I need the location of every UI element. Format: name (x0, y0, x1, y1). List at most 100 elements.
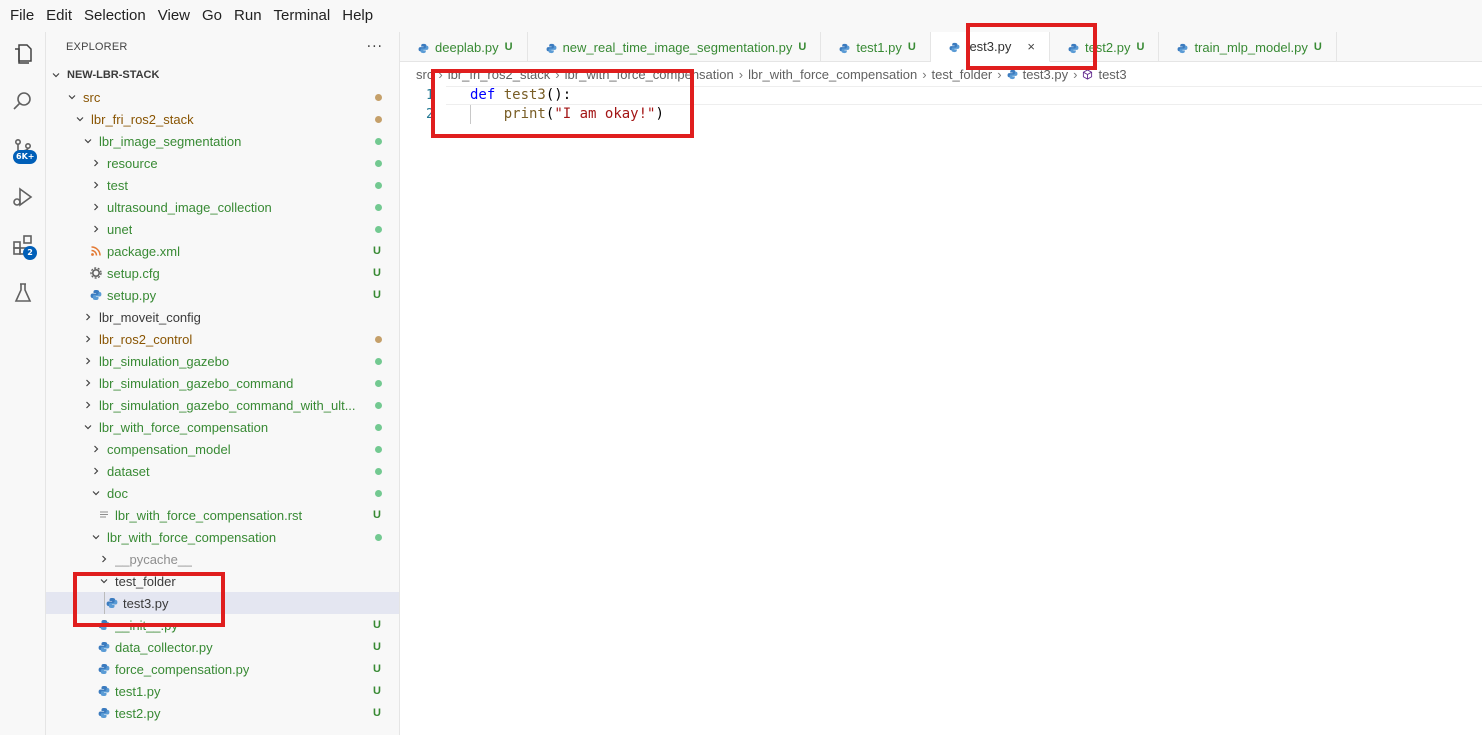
more-actions-icon[interactable]: ··· (367, 39, 383, 55)
breadcrumb-item[interactable]: lbr_with_force_compensation (748, 67, 917, 82)
tree-folder[interactable]: lbr_simulation_gazebo_command (46, 372, 399, 394)
tree-folder[interactable]: NEW-LBR-STACK (46, 64, 399, 86)
tree-file[interactable]: data_collector.py U (46, 636, 399, 658)
editor-tab[interactable]: test1.py U (821, 32, 931, 62)
menu-edit[interactable]: Edit (40, 0, 78, 32)
tree-folder[interactable]: __pycache__ (46, 548, 399, 570)
tree-folder[interactable]: lbr_image_segmentation (46, 130, 399, 152)
tree-folder[interactable]: dataset (46, 460, 399, 482)
python-file-icon (98, 663, 110, 675)
tree-folder[interactable]: lbr_fri_ros2_stack (46, 108, 399, 130)
tree-folder[interactable]: lbr_simulation_gazebo (46, 350, 399, 372)
chevron-right-icon[interactable] (90, 179, 102, 191)
chevron-down-icon[interactable] (90, 487, 102, 499)
tree-folder[interactable]: resource (46, 152, 399, 174)
chevron-right-icon[interactable] (90, 443, 102, 455)
git-untracked-badge: U (373, 707, 381, 719)
tree-item-label: force_compensation.py (115, 661, 250, 677)
tree-folder[interactable]: lbr_with_force_compensation (46, 526, 399, 548)
menu-run[interactable]: Run (228, 0, 268, 32)
tree-item-label: __pycache__ (115, 551, 193, 567)
chevron-down-icon[interactable] (82, 421, 94, 433)
chevron-right-icon[interactable] (90, 157, 102, 169)
tree-folder[interactable]: test (46, 174, 399, 196)
tree-file[interactable]: test2.py U (46, 702, 399, 724)
git-untracked-badge: U (798, 41, 807, 53)
tree-folder[interactable]: lbr_with_force_compensation (46, 416, 399, 438)
activity-bar: 6K+ 2 (0, 32, 46, 735)
tree-item-label: setup.cfg (107, 265, 160, 281)
menu-help[interactable]: Help (336, 0, 379, 32)
chevron-down-icon[interactable] (74, 113, 86, 125)
chevron-right-icon[interactable] (98, 553, 110, 565)
tree-file[interactable]: setup.cfg U (46, 262, 399, 284)
chevron-right-icon[interactable] (90, 465, 102, 477)
chevron-right-icon[interactable] (90, 223, 102, 235)
tree-file[interactable]: lbr_with_force_compensation.rst U (46, 504, 399, 526)
text-file-icon (98, 509, 110, 521)
tree-file[interactable]: force_compensation.py U (46, 658, 399, 680)
chevron-right-icon[interactable] (82, 311, 94, 323)
tree-file[interactable]: test1.py U (46, 680, 399, 702)
menu-terminal[interactable]: Terminal (268, 0, 337, 32)
tree-item-label: lbr_simulation_gazebo_command (99, 375, 294, 391)
editor-tab[interactable]: new_real_time_image_segmentation.py U (528, 32, 822, 62)
tree-item-label: test2.py (115, 705, 161, 721)
tab-label: deeplab.py (435, 39, 499, 55)
tree-item-label: lbr_simulation_gazebo_command_with_ult..… (99, 397, 356, 413)
git-untracked-badge: U (373, 289, 381, 301)
chevron-down-icon[interactable] (66, 91, 78, 103)
chevron-down-icon[interactable] (50, 69, 62, 81)
tree-folder[interactable]: ultrasound_image_collection (46, 196, 399, 218)
menu-go[interactable]: Go (196, 0, 228, 32)
tree-folder[interactable]: compensation_model (46, 438, 399, 460)
tree-file[interactable]: package.xml U (46, 240, 399, 262)
tree-item-label: ultrasound_image_collection (107, 199, 272, 215)
git-untracked-badge: U (504, 41, 513, 53)
tab-label: new_real_time_image_segmentation.py (562, 39, 793, 55)
explorer-sidebar: EXPLORER ··· NEW-LBR-STACK src lbr_fri_ros… (46, 32, 400, 735)
tree-folder[interactable]: src (46, 86, 399, 108)
chevron-down-icon[interactable] (82, 135, 94, 147)
explorer-icon[interactable] (9, 40, 37, 68)
chevron-right-icon[interactable] (82, 377, 94, 389)
tree-item-label: dataset (107, 463, 150, 479)
testing-icon[interactable] (9, 279, 37, 307)
run-debug-icon[interactable] (9, 183, 37, 211)
git-status-dot (375, 446, 382, 453)
git-status-dot (375, 204, 382, 211)
tree-folder[interactable]: lbr_simulation_gazebo_command_with_ult..… (46, 394, 399, 416)
tree-folder[interactable]: lbr_ros2_control (46, 328, 399, 350)
xml-file-icon (90, 245, 102, 257)
menu-selection[interactable]: Selection (78, 0, 152, 32)
menu-file[interactable]: File (4, 0, 40, 32)
tree-folder[interactable]: unet (46, 218, 399, 240)
menu-view[interactable]: View (152, 0, 196, 32)
tree-item-label: lbr_fri_ros2_stack (91, 111, 194, 127)
breadcrumb-item[interactable]: test3 (1098, 67, 1126, 82)
scm-badge: 6K+ (13, 150, 38, 164)
editor-tab[interactable]: deeplab.py U (400, 32, 528, 62)
settings-file-icon (90, 267, 102, 279)
chevron-down-icon[interactable] (90, 531, 102, 543)
tab-label: test1.py (856, 39, 902, 55)
chevron-right-icon[interactable] (90, 201, 102, 213)
git-untracked-badge: U (373, 663, 381, 675)
search-icon[interactable] (9, 87, 37, 115)
tree-item-label: test1.py (115, 683, 161, 699)
chevron-right-icon[interactable] (82, 333, 94, 345)
chevron-right-icon[interactable] (82, 399, 94, 411)
git-untracked-badge: U (1136, 41, 1145, 53)
python-file-icon (546, 42, 557, 53)
tree-item-label: lbr_with_force_compensation (99, 419, 269, 435)
git-status-dot (375, 358, 382, 365)
git-status-dot (375, 116, 382, 123)
tree-item-label: lbr_simulation_gazebo (99, 353, 230, 369)
editor-tab[interactable]: train_mlp_model.py U (1159, 32, 1337, 62)
tree-folder[interactable]: doc (46, 482, 399, 504)
code-editor[interactable]: 1 def test3(): 2 print("I am okay!") (400, 86, 1482, 735)
git-untracked-badge: U (1313, 41, 1322, 53)
tree-file[interactable]: setup.py U (46, 284, 399, 306)
chevron-right-icon[interactable] (82, 355, 94, 367)
tree-folder[interactable]: lbr_moveit_config (46, 306, 399, 328)
